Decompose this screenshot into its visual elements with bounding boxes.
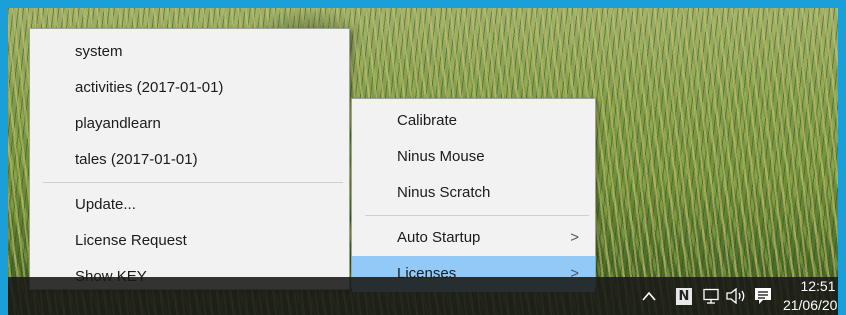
menu-item-activities[interactable]: activities (2017-01-01) (30, 70, 349, 106)
clock-time: 12:51 (800, 278, 836, 294)
menu-item-tales[interactable]: tales (2017-01-01) (30, 142, 349, 178)
volume-icon[interactable] (724, 281, 750, 311)
clock-date: 21/06/2016 (782, 297, 846, 313)
menu-separator (43, 182, 343, 183)
menu-item-license-request[interactable]: License Request (30, 223, 349, 259)
screen-frame: system activities (2017-01-01) playandle… (0, 0, 846, 315)
menu-item-auto-startup[interactable]: Auto Startup > (352, 220, 595, 256)
menu-item-ninus-scratch[interactable]: Ninus Scratch (352, 175, 595, 211)
menu-separator (365, 215, 589, 216)
taskbar: N 12:51 21/06/201 (8, 277, 846, 315)
system-tray: N 12:51 21/06/201 (636, 277, 846, 315)
menu-item-playandlearn[interactable]: playandlearn (30, 106, 349, 142)
ninus-submenu: Calibrate Ninus Mouse Ninus Scratch Auto… (351, 98, 596, 292)
chevron-up-icon[interactable] (636, 281, 662, 311)
menu-item-system[interactable]: system (30, 34, 349, 70)
network-icon[interactable] (698, 281, 724, 311)
menu-item-calibrate[interactable]: Calibrate (352, 103, 595, 139)
taskbar-clock[interactable]: 12:51 21/06/2016 (782, 277, 846, 315)
menu-item-label: Auto Startup (397, 229, 481, 246)
menu-item-ninus-mouse[interactable]: Ninus Mouse (352, 139, 595, 175)
action-center-icon[interactable] (750, 281, 776, 311)
tray-context-menu: system activities (2017-01-01) playandle… (29, 28, 350, 290)
menu-item-update[interactable]: Update... (30, 187, 349, 223)
ninus-tray-icon[interactable]: N (676, 287, 692, 305)
chevron-right-icon: > (570, 229, 579, 246)
